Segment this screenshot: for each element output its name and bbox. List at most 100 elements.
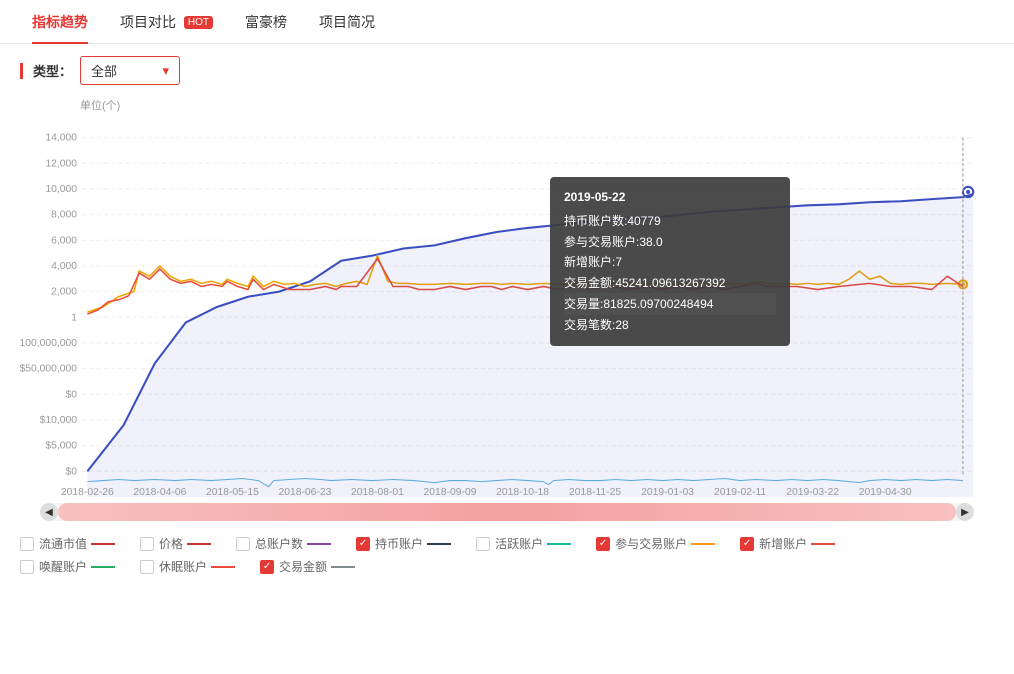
chart-scrollbar[interactable]: ◀ ▶ [40,503,974,521]
legend-line-trading [691,543,715,545]
legend-checkbox-dormant[interactable] [140,560,154,574]
svg-text:2019-04-30: 2019-04-30 [859,487,912,497]
legend-label-trading: 参与交易账户 [615,535,687,552]
svg-text:2018-05-15: 2018-05-15 [206,487,259,497]
scrollbar-left-btn[interactable]: ◀ [40,503,58,521]
legend-label-dormant: 休眠账户 [159,558,207,575]
tooltip-row-3: 新增账户:7 [564,252,776,272]
nav-label-rich: 富豪榜 [245,14,287,30]
chart-svg: 14,000 12,000 10,000 8,000 6,000 4,000 2… [20,117,994,497]
legend-label-wakeup: 唤醒账户 [39,558,87,575]
nav-label-indicators: 指标趋势 [32,14,88,30]
svg-text:2018-02-26: 2018-02-26 [61,487,114,497]
legend-line-dormant [211,566,235,568]
legend-checkbox-new-accounts[interactable] [740,537,754,551]
nav-label-overview: 项目简况 [319,14,375,30]
svg-text:$50,000,000: $50,000,000 [20,364,77,375]
nav-item-rich[interactable]: 富豪榜 [229,0,303,44]
legend-checkbox-price[interactable] [140,537,154,551]
legend-checkbox-active[interactable] [476,537,490,551]
svg-text:2018-08-01: 2018-08-01 [351,487,404,497]
legend-item-new-accounts[interactable]: 新增账户 [740,535,840,552]
legend-line-new-accounts [811,543,835,545]
tooltip-row-1: 持币账户数:40779 [564,211,776,231]
legend-item-price[interactable]: 价格 [140,535,216,552]
legend-label-price: 价格 [159,535,183,552]
svg-text:$0: $0 [65,466,77,477]
svg-text:6,000: 6,000 [51,235,77,246]
svg-text:1: 1 [71,312,77,323]
legend-label-market-cap: 流通市值 [39,535,87,552]
legend-line-wakeup [91,566,115,568]
svg-text:$5,000: $5,000 [45,441,77,452]
svg-text:$10,000: $10,000 [40,415,78,426]
filter-value: 全部 [91,61,117,80]
chevron-down-icon: ▾ [162,63,169,79]
legend-checkbox-tx-amount[interactable] [260,560,274,574]
legend-item-wakeup[interactable]: 唤醒账户 [20,558,120,575]
legend-item-market-cap[interactable]: 流通市值 [20,535,120,552]
legend-item-trading[interactable]: 参与交易账户 [596,535,720,552]
svg-text:2019-02-11: 2019-02-11 [714,487,766,497]
tooltip-row-6: 交易笔数:28 [564,315,776,335]
tooltip-row-2: 参与交易账户:38.0 [564,232,776,252]
svg-text:2019-03-22: 2019-03-22 [786,487,839,497]
svg-text:2018-06-23: 2018-06-23 [278,487,331,497]
legend-checkbox-holding[interactable] [356,537,370,551]
legend-item-dormant[interactable]: 休眠账户 [140,558,240,575]
nav-item-indicators[interactable]: 指标趋势 [16,0,104,44]
legend-line-market-cap [91,543,115,545]
legend-item-total-accounts[interactable]: 总账户数 [236,535,336,552]
nav-badge-hot: HOT [184,16,213,29]
legend-item-holding[interactable]: 持币账户 [356,535,456,552]
svg-text:8,000: 8,000 [51,210,77,221]
legend-line-tx-amount [331,566,355,568]
legend-line-holding [427,543,451,545]
legend-checkbox-trading[interactable] [596,537,610,551]
chart-container: 单位(个) 14,000 12,000 10,000 8,000 6,000 4… [0,97,1014,521]
svg-text:2019-01-03: 2019-01-03 [641,487,694,497]
svg-text:2018-09-09: 2018-09-09 [424,487,477,497]
svg-text:2018-11-25: 2018-11-25 [569,487,621,497]
legend-item-active[interactable]: 活跃账户 [476,535,576,552]
legend-label-new-accounts: 新增账户 [759,535,807,552]
nav-item-compare[interactable]: 项目对比 HOT [104,0,229,44]
legend-row-2: 唤醒账户 休眠账户 交易金额 [20,558,994,575]
svg-text:14,000: 14,000 [45,133,77,144]
legend-line-price [187,543,211,545]
legend-row-1: 流通市值 价格 总账户数 持币账户 活跃账户 参与 [20,535,994,552]
filter-divider [20,63,23,79]
top-navigation: 指标趋势 项目对比 HOT 富豪榜 项目简况 [0,0,1014,44]
legend-label-active: 活跃账户 [495,535,543,552]
type-select[interactable]: 全部 ▾ [80,56,180,85]
legend-line-active [547,543,571,545]
chart-area: 14,000 12,000 10,000 8,000 6,000 4,000 2… [20,117,994,497]
legend-area: 流通市值 价格 总账户数 持币账户 活跃账户 参与 [0,527,1014,589]
nav-item-overview[interactable]: 项目简况 [303,0,391,44]
tooltip-row-4: 交易金额:45241.09613267392 [564,273,776,293]
svg-text:12,000: 12,000 [45,158,77,169]
svg-text:2018-04-06: 2018-04-06 [133,487,186,497]
svg-text:10,000: 10,000 [45,184,77,195]
legend-item-tx-amount[interactable]: 交易金额 [260,558,360,575]
scrollbar-right-btn[interactable]: ▶ [956,503,974,521]
legend-checkbox-market-cap[interactable] [20,537,34,551]
legend-checkbox-total-accounts[interactable] [236,537,250,551]
legend-label-total-accounts: 总账户数 [255,535,303,552]
tooltip-date: 2019-05-22 [564,187,776,207]
legend-label-holding: 持币账户 [375,535,423,552]
legend-label-tx-amount: 交易金额 [279,558,327,575]
legend-checkbox-wakeup[interactable] [20,560,34,574]
svg-text:4,000: 4,000 [51,261,77,272]
tooltip-row-5: 交易量:81825.09700248494 [564,293,776,315]
chart-tooltip: 2019-05-22 持币账户数:40779 参与交易账户:38.0 新增账户:… [550,177,790,346]
filter-bar: 类型： 全部 ▾ [0,44,1014,97]
svg-text:2018-10-18: 2018-10-18 [496,487,549,497]
svg-text:$100,000,000: $100,000,000 [20,338,77,349]
svg-text:$0: $0 [65,389,77,400]
nav-label-compare: 项目对比 [120,14,176,30]
scrollbar-thumb[interactable] [58,503,956,521]
legend-line-total-accounts [307,543,331,545]
chart-unit-label: 单位(个) [20,97,994,113]
filter-label: 类型： [33,61,72,80]
